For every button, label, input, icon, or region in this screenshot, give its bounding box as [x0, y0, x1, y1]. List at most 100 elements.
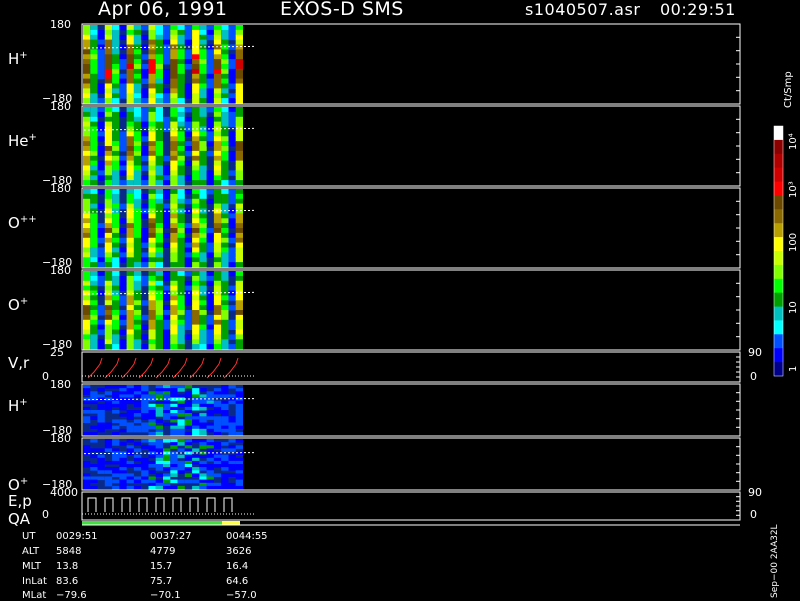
spectrogram-cell	[133, 476, 142, 481]
spectrogram-cell	[133, 252, 142, 258]
spectrogram-cell	[83, 329, 91, 335]
spectrogram-cell	[177, 146, 185, 152]
spectrogram-cell	[155, 464, 163, 468]
spectrogram-cell	[126, 300, 134, 306]
spectrogram-cell	[228, 285, 236, 291]
panel-label-sup: +	[19, 296, 29, 307]
spectrogram-cell	[199, 141, 207, 147]
spectrogram-cell	[90, 25, 98, 31]
footer-value: 16.4	[226, 561, 249, 572]
spectrogram-cell	[177, 388, 185, 392]
spectrogram-cell	[206, 88, 214, 94]
spectrogram-cell	[141, 150, 149, 157]
spectrogram-cell	[184, 252, 193, 258]
spectrogram-cell	[119, 394, 127, 398]
spectrogram-cell	[155, 319, 163, 326]
spectrogram-cell	[199, 121, 207, 127]
footer-value: −79.6	[56, 590, 87, 601]
spectrogram-cell	[206, 295, 214, 301]
spectrogram-cell	[221, 295, 229, 301]
spectrogram-cell	[163, 73, 171, 80]
spectrogram-cell	[104, 280, 113, 287]
spectrogram-cell	[206, 170, 214, 176]
colorbar-tick-label: 1	[788, 365, 799, 372]
spectrogram-cell	[83, 150, 91, 157]
spectrogram-cell	[235, 257, 243, 263]
spectrogram-cell	[119, 25, 127, 31]
spectrogram-cell	[184, 29, 193, 36]
spectrogram-cell	[235, 121, 243, 127]
spectrogram-cell	[126, 339, 134, 345]
spectrogram-cell	[235, 445, 243, 449]
spectrogram-cell	[221, 64, 229, 70]
spectrogram-cell	[206, 175, 214, 181]
spectrogram-cell	[83, 237, 91, 244]
spectrogram-cell	[133, 175, 142, 181]
spectrogram-cell	[104, 121, 113, 127]
spectrogram-cell	[213, 121, 222, 127]
spectrogram-cell	[213, 324, 222, 330]
spectrogram-cell	[97, 262, 105, 268]
spectrogram-cell	[206, 232, 214, 239]
spectrogram-cell	[177, 470, 185, 474]
spectrogram-cell	[83, 285, 91, 291]
spectrogram-cell	[155, 131, 163, 137]
spectrogram-cell	[206, 98, 214, 104]
spectrogram-cell	[213, 262, 222, 268]
spectrogram-cell	[213, 73, 222, 80]
spectrogram-cell	[221, 485, 229, 490]
spectrogram-cell	[184, 479, 193, 484]
spectrogram-cell	[119, 257, 127, 263]
spectrogram-cell	[83, 410, 91, 414]
spectrogram-cell	[184, 280, 193, 287]
spectrogram-cell	[83, 295, 91, 301]
spectrogram-cell	[126, 314, 134, 321]
spectrogram-cell	[133, 448, 142, 452]
spectrogram-cell	[163, 467, 171, 471]
spectrogram-cell	[141, 237, 149, 244]
spectrogram-cell	[192, 275, 200, 282]
spectrogram-cell	[213, 160, 222, 166]
spectrogram-cell	[221, 252, 229, 258]
spectrogram-cell	[83, 54, 91, 60]
spectrogram-cell	[221, 44, 229, 50]
spectrogram-cell	[192, 319, 200, 326]
spectrogram-cell	[192, 295, 200, 301]
spectrogram-cell	[97, 237, 105, 244]
spectrogram-cell	[163, 88, 171, 94]
spectrogram-cell	[177, 198, 185, 205]
spectrogram-cell	[97, 73, 105, 80]
spectrogram-cell	[170, 262, 178, 268]
spectrogram-cell	[133, 457, 142, 462]
spectrogram-cell	[221, 319, 229, 326]
spectrogram-cell	[97, 136, 105, 142]
spectrogram-cell	[126, 275, 134, 282]
spectrogram-cell	[104, 237, 113, 244]
spectrogram-cell	[141, 300, 149, 306]
spectrogram-cell	[170, 228, 178, 234]
spectrogram-cell	[133, 160, 142, 166]
spectrogram-cell	[148, 146, 156, 152]
spectrogram-cell	[155, 25, 163, 31]
spectrogram-cell	[112, 237, 120, 244]
spectrogram-cell	[177, 136, 185, 142]
spectrogram-cell	[104, 155, 113, 162]
spectrogram-cell	[206, 34, 214, 41]
spectrogram-cell	[126, 385, 134, 389]
spectrogram-cell	[104, 126, 113, 132]
spectrogram-cell	[235, 439, 243, 443]
spectrogram-cell	[97, 146, 105, 152]
spectrogram-cell	[184, 439, 193, 443]
spectrogram-cell	[235, 223, 243, 229]
spectrogram-cell	[184, 285, 193, 291]
spectrogram-cell	[192, 460, 200, 465]
spectrogram-cell	[235, 460, 243, 465]
spectrogram-cell	[104, 403, 113, 408]
spectrogram-cell	[228, 131, 236, 137]
spectrogram-cell	[148, 485, 156, 490]
spectrogram-cell	[90, 334, 98, 340]
spectrogram-cell	[177, 310, 185, 316]
spectrogram-cell	[112, 344, 120, 350]
spectrogram-cell	[235, 410, 243, 414]
spectrogram-cell	[206, 198, 214, 205]
